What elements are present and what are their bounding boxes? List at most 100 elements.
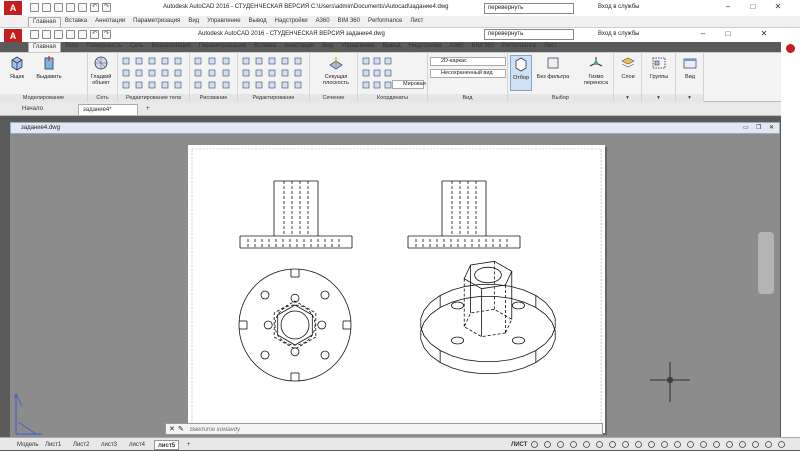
- tab-13[interactable]: BIM 360: [468, 42, 498, 52]
- minimize-button[interactable]: –: [695, 28, 711, 40]
- tab-11[interactable]: Надстройки: [405, 42, 446, 52]
- open-icon[interactable]: [42, 3, 51, 12]
- tab-7[interactable]: Надстройки: [271, 17, 312, 27]
- drawing-restore-button[interactable]: ❐: [756, 123, 761, 133]
- close-cmd-icon[interactable]: ✕: [169, 425, 175, 433]
- tab-11[interactable]: Лист: [406, 17, 427, 27]
- section-plane-button[interactable]: Секущая плоскость: [320, 55, 352, 86]
- draw-icons-tool-icon[interactable]: [222, 69, 230, 77]
- draw-icons-tool-icon[interactable]: [194, 57, 202, 65]
- modify-icons-tool-icon[interactable]: [255, 57, 263, 65]
- solid-icons-tool-icon[interactable]: [135, 57, 143, 65]
- tab-3[interactable]: Сеть: [126, 42, 147, 52]
- tab-14[interactable]: Performance: [498, 42, 540, 52]
- solid-icons-tool-icon[interactable]: [148, 81, 156, 89]
- status-toggle-icon[interactable]: [686, 440, 695, 449]
- view-button[interactable]: Вид: [676, 55, 704, 80]
- status-toggle-icon[interactable]: [712, 440, 721, 449]
- box-button[interactable]: Ящик: [2, 55, 32, 80]
- tab-9[interactable]: BIM 360: [334, 17, 364, 27]
- customize-cmd-icon[interactable]: ✎: [178, 425, 184, 433]
- coord-icons-tool-icon[interactable]: [362, 81, 370, 89]
- tab-0[interactable]: Главная: [28, 17, 61, 27]
- solid-icons-tool-icon[interactable]: [161, 69, 169, 77]
- draw-icons-tool-icon[interactable]: [208, 69, 216, 77]
- tab-2[interactable]: Аннотации: [91, 17, 129, 27]
- tab-9[interactable]: Управление: [337, 42, 378, 52]
- solid-icons-tool-icon[interactable]: [135, 81, 143, 89]
- layout-tab-3[interactable]: лист3: [98, 440, 120, 450]
- coord-icons-tool-icon[interactable]: [384, 69, 392, 77]
- draw-icons-tool-icon[interactable]: [208, 81, 216, 89]
- modify-icons-tool-icon[interactable]: [268, 69, 276, 77]
- print-icon[interactable]: [78, 3, 87, 12]
- print-icon[interactable]: [78, 30, 87, 39]
- coord-icons-tool-icon[interactable]: [373, 57, 381, 65]
- tab-7[interactable]: Аннотации: [280, 42, 318, 52]
- solid-icons-tool-icon[interactable]: [174, 57, 182, 65]
- coord-icons-tool-icon[interactable]: [373, 81, 381, 89]
- solid-icons-tool-icon[interactable]: [161, 57, 169, 65]
- no-filter-button[interactable]: Без фильтра: [536, 55, 570, 80]
- signin-label[interactable]: Вход в службы: [598, 4, 640, 10]
- draw-icons-tool-icon[interactable]: [222, 81, 230, 89]
- modify-icons-tool-icon[interactable]: [294, 57, 302, 65]
- drawing-close-button[interactable]: ✕: [769, 123, 774, 133]
- status-toggle-icon[interactable]: [569, 440, 578, 449]
- coord-icons-tool-icon[interactable]: [373, 69, 381, 77]
- tab-2[interactable]: Поверхность: [82, 42, 126, 52]
- tab-8[interactable]: A360: [312, 17, 334, 27]
- autocad-logo-icon[interactable]: A: [4, 1, 22, 15]
- layout-tab-2[interactable]: Лист2: [70, 440, 92, 450]
- solid-icons-tool-icon[interactable]: [122, 81, 130, 89]
- solid-icons-tool-icon[interactable]: [174, 81, 182, 89]
- cad-drawing[interactable]: [188, 145, 605, 433]
- tab-4[interactable]: Визуализация: [147, 42, 194, 52]
- solid-icons-tool-icon[interactable]: [122, 57, 130, 65]
- solid-icons-tool-icon[interactable]: [148, 57, 156, 65]
- modify-icons-tool-icon[interactable]: [268, 81, 276, 89]
- tab-15[interactable]: Лист: [540, 42, 561, 52]
- maximize-button[interactable]: □: [745, 1, 761, 13]
- new-icon[interactable]: [30, 3, 39, 12]
- status-toggle-icon[interactable]: [582, 440, 591, 449]
- tab-5[interactable]: Параметризация: [195, 42, 250, 52]
- navigation-bar[interactable]: [758, 232, 774, 294]
- save-as-icon[interactable]: [66, 3, 75, 12]
- status-toggle-icon[interactable]: [725, 440, 734, 449]
- signin-label[interactable]: Вход в службы: [598, 31, 640, 37]
- modify-icons-tool-icon[interactable]: [242, 57, 250, 65]
- undo-icon[interactable]: ↶: [90, 30, 99, 39]
- named-view-combo[interactable]: Несохраненный вид: [430, 69, 506, 78]
- redo-icon[interactable]: ↷: [102, 3, 111, 12]
- doc-tab-start[interactable]: Начало: [18, 104, 47, 115]
- solid-icons-tool-icon[interactable]: [161, 81, 169, 89]
- record-icon[interactable]: [786, 44, 795, 53]
- status-toggle-icon[interactable]: [608, 440, 617, 449]
- extrude-button[interactable]: Выдавить: [34, 55, 64, 80]
- tab-12[interactable]: A360: [446, 42, 468, 52]
- close-button[interactable]: ✕: [756, 28, 772, 40]
- coord-icons-tool-icon[interactable]: [384, 81, 392, 89]
- tab-1[interactable]: Тело: [61, 42, 82, 52]
- modify-icons-tool-icon[interactable]: [242, 69, 250, 77]
- status-toggle-icon[interactable]: [764, 440, 773, 449]
- search-input[interactable]: перевернуть: [484, 29, 574, 40]
- tab-0[interactable]: Главная: [28, 42, 61, 52]
- modify-icons-tool-icon[interactable]: [281, 57, 289, 65]
- status-toggle-icon[interactable]: [751, 440, 760, 449]
- status-toggle-icon[interactable]: [621, 440, 630, 449]
- culling-button[interactable]: Отбор: [510, 55, 532, 91]
- layout-tab-1[interactable]: Лист1: [42, 440, 64, 450]
- modify-icons-tool-icon[interactable]: [294, 81, 302, 89]
- modify-icons-tool-icon[interactable]: [281, 69, 289, 77]
- status-toggle-icon[interactable]: [699, 440, 708, 449]
- draw-icons-tool-icon[interactable]: [222, 57, 230, 65]
- modify-icons-tool-icon[interactable]: [294, 69, 302, 77]
- autocad-logo-icon[interactable]: A: [4, 29, 22, 42]
- layout-tab-0[interactable]: Модель: [14, 440, 42, 450]
- status-toggle-icon[interactable]: [543, 440, 552, 449]
- visual-style-combo[interactable]: 2D-каркас: [430, 57, 506, 66]
- groups-button[interactable]: Группы: [644, 55, 674, 80]
- tab-6[interactable]: Вставка: [250, 42, 280, 52]
